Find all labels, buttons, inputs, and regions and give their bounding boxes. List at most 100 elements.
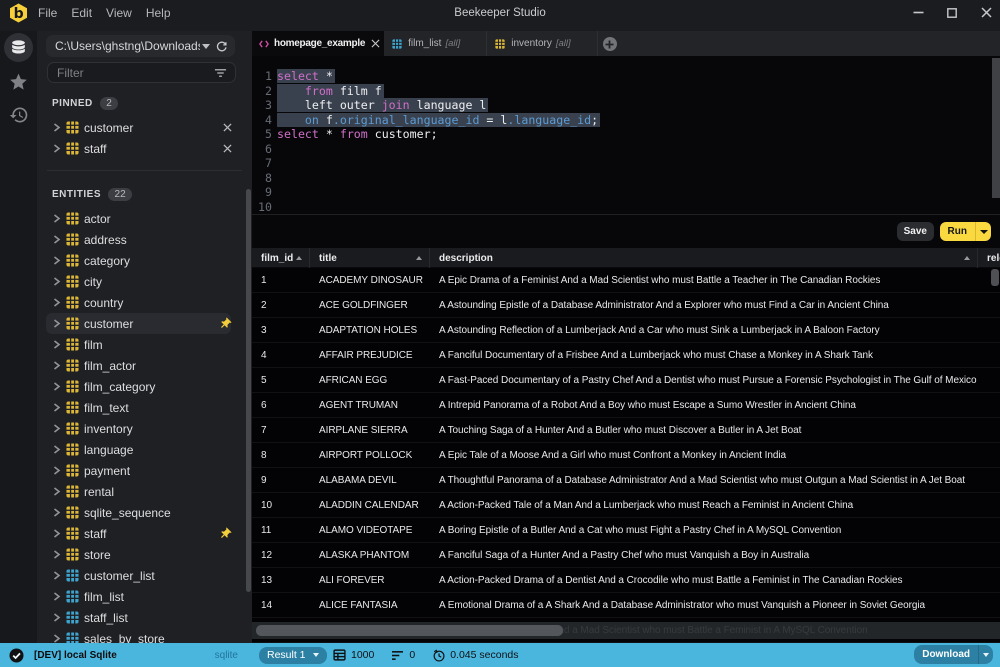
entity-item-staff[interactable]: staff bbox=[37, 523, 252, 544]
tab-film_list[interactable]: film_list[all] bbox=[384, 31, 487, 56]
cell-description[interactable]: A Boring Epistle of a Butler And a Cat w… bbox=[430, 518, 978, 543]
column-header-release_year[interactable]: release_year bbox=[978, 248, 1000, 268]
cell-film_id[interactable]: 3 bbox=[252, 318, 310, 343]
cell-description[interactable]: A Epic Tale of a Moose And a Girl who mu… bbox=[430, 443, 978, 468]
entity-item-rental[interactable]: rental bbox=[37, 481, 252, 502]
download-options-caret[interactable] bbox=[978, 645, 993, 664]
entity-item-staff_list[interactable]: staff_list bbox=[37, 607, 252, 628]
expand-chevron-icon[interactable] bbox=[52, 445, 61, 454]
sql-editor[interactable]: 1select *2 from film f3 left outer join … bbox=[252, 56, 1000, 214]
expand-chevron-icon[interactable] bbox=[52, 361, 61, 370]
expand-chevron-icon[interactable] bbox=[52, 340, 61, 349]
sort-arrow-icon[interactable] bbox=[416, 256, 422, 260]
entity-item-language[interactable]: language bbox=[37, 439, 252, 460]
cell-film_id[interactable]: 7 bbox=[252, 418, 310, 443]
entity-item-country[interactable]: country bbox=[37, 292, 252, 313]
cell-title[interactable]: ALI FOREVER bbox=[310, 568, 430, 593]
expand-chevron-icon[interactable] bbox=[52, 319, 61, 328]
run-options-caret[interactable] bbox=[975, 222, 991, 241]
horizontal-scrollbar-thumb[interactable] bbox=[256, 625, 563, 636]
cell-film_id[interactable]: 14 bbox=[252, 593, 310, 618]
maximize-button[interactable] bbox=[935, 0, 969, 25]
result-row-2[interactable]: 2ACE GOLDFINGERA Astounding Epistle of a… bbox=[252, 293, 1000, 318]
filter-input[interactable] bbox=[48, 66, 214, 80]
close-window-button[interactable] bbox=[969, 0, 1000, 25]
result-row-10[interactable]: 10ALADDIN CALENDARA Action-Packed Tale o… bbox=[252, 493, 1000, 518]
menu-edit[interactable]: Edit bbox=[71, 6, 92, 20]
cell-film_id[interactable]: 6 bbox=[252, 393, 310, 418]
cell-description[interactable]: A Fast-Paced Documentary of a Pastry Che… bbox=[430, 368, 978, 393]
pin-icon[interactable] bbox=[218, 313, 232, 334]
expand-chevron-icon[interactable] bbox=[52, 613, 61, 622]
cell-film_id[interactable]: 8 bbox=[252, 443, 310, 468]
save-button[interactable]: Save bbox=[897, 222, 934, 241]
cell-title[interactable]: ALASKA PHANTOM bbox=[310, 543, 430, 568]
entity-item-customer_list[interactable]: customer_list bbox=[37, 565, 252, 586]
cell-film_id[interactable]: 9 bbox=[252, 468, 310, 493]
result-row-6[interactable]: 6AGENT TRUMANA Intrepid Panorama of a Ro… bbox=[252, 393, 1000, 418]
sort-arrow-icon[interactable] bbox=[296, 256, 302, 260]
cell-title[interactable]: AIRPORT POLLOCK bbox=[310, 443, 430, 468]
expand-chevron-icon[interactable] bbox=[52, 529, 61, 538]
column-header-description[interactable]: description bbox=[430, 248, 978, 268]
pin-icon[interactable] bbox=[218, 523, 232, 544]
unpin-button[interactable] bbox=[223, 117, 232, 138]
history-rail-button[interactable] bbox=[0, 104, 37, 126]
result-row-14[interactable]: 14ALICE FANTASIAA Emotional Drama of a A… bbox=[252, 593, 1000, 618]
entity-item-address[interactable]: address bbox=[37, 229, 252, 250]
cell-film_id[interactable]: 12 bbox=[252, 543, 310, 568]
cell-title[interactable]: AIRPLANE SIERRA bbox=[310, 418, 430, 443]
connection-status[interactable]: [DEV] local Sqlite sqlite bbox=[0, 643, 252, 667]
result-row-9[interactable]: 9ALABAMA DEVILA Thoughtful Panorama of a… bbox=[252, 468, 1000, 493]
entity-item-film_list[interactable]: film_list bbox=[37, 586, 252, 607]
unpin-button[interactable] bbox=[223, 138, 232, 159]
run-button[interactable]: Run bbox=[940, 222, 991, 241]
sort-arrow-icon[interactable] bbox=[964, 256, 970, 260]
menu-view[interactable]: View bbox=[106, 6, 132, 20]
entity-item-film_category[interactable]: film_category bbox=[37, 376, 252, 397]
results-vertical-scrollbar[interactable] bbox=[991, 269, 999, 286]
entity-item-sales_by_store[interactable]: sales_by_store bbox=[37, 628, 252, 643]
cell-film_id[interactable]: 11 bbox=[252, 518, 310, 543]
expand-chevron-icon[interactable] bbox=[52, 403, 61, 412]
sidebar-scrollbar[interactable] bbox=[246, 189, 251, 592]
cell-title[interactable]: ACADEMY DINOSAUR bbox=[310, 268, 430, 293]
cell-description[interactable]: A Thoughtful Panorama of a Database Admi… bbox=[430, 468, 978, 493]
cell-description[interactable]: A Emotional Drama of a A Shark And a Dat… bbox=[430, 593, 978, 618]
entity-item-category[interactable]: category bbox=[37, 250, 252, 271]
expand-chevron-icon[interactable] bbox=[52, 298, 61, 307]
cell-title[interactable]: ACE GOLDFINGER bbox=[310, 293, 430, 318]
cell-film_id[interactable]: 13 bbox=[252, 568, 310, 593]
entity-item-store[interactable]: store bbox=[37, 544, 252, 565]
cell-film_id[interactable]: 4 bbox=[252, 343, 310, 368]
close-tab-icon[interactable] bbox=[371, 39, 380, 48]
refresh-icon[interactable] bbox=[216, 40, 228, 52]
cell-description[interactable]: A Epic Drama of a Feminist And a Mad Sci… bbox=[430, 268, 978, 293]
expand-chevron-icon[interactable] bbox=[52, 571, 61, 580]
expand-chevron-icon[interactable] bbox=[52, 256, 61, 265]
download-button[interactable]: Download bbox=[914, 645, 993, 664]
result-row-1[interactable]: 1ACADEMY DINOSAURA Epic Drama of a Femin… bbox=[252, 268, 1000, 293]
editor-scrollbar[interactable] bbox=[992, 58, 1000, 198]
cell-description[interactable]: A Action-Packed Tale of a Man And a Lumb… bbox=[430, 493, 978, 518]
cell-title[interactable]: AFFAIR PREJUDICE bbox=[310, 343, 430, 368]
expand-chevron-icon[interactable] bbox=[52, 487, 61, 496]
expand-chevron-icon[interactable] bbox=[52, 634, 61, 643]
cell-film_id[interactable]: 1 bbox=[252, 268, 310, 293]
results-horizontal-scrollbar[interactable] bbox=[252, 622, 1000, 639]
result-row-7[interactable]: 7AIRPLANE SIERRAA Touching Saga of a Hun… bbox=[252, 418, 1000, 443]
result-row-8[interactable]: 8AIRPORT POLLOCKA Epic Tale of a Moose A… bbox=[252, 443, 1000, 468]
entity-item-actor[interactable]: actor bbox=[37, 208, 252, 229]
result-row-5[interactable]: 5AFRICAN EGGA Fast-Paced Documentary of … bbox=[252, 368, 1000, 393]
expand-chevron-icon[interactable] bbox=[52, 382, 61, 391]
cell-description[interactable]: A Touching Saga of a Hunter And a Butler… bbox=[430, 418, 978, 443]
filter-icon[interactable] bbox=[214, 67, 227, 79]
expand-chevron-icon[interactable] bbox=[52, 508, 61, 517]
expand-chevron-icon[interactable] bbox=[52, 214, 61, 223]
entity-item-film[interactable]: film bbox=[37, 334, 252, 355]
new-tab-button[interactable] bbox=[603, 37, 617, 51]
run-button-label[interactable]: Run bbox=[940, 226, 975, 237]
cell-description[interactable]: A Astounding Epistle of a Database Admin… bbox=[430, 293, 978, 318]
cell-film_id[interactable]: 5 bbox=[252, 368, 310, 393]
entity-item-city[interactable]: city bbox=[37, 271, 252, 292]
